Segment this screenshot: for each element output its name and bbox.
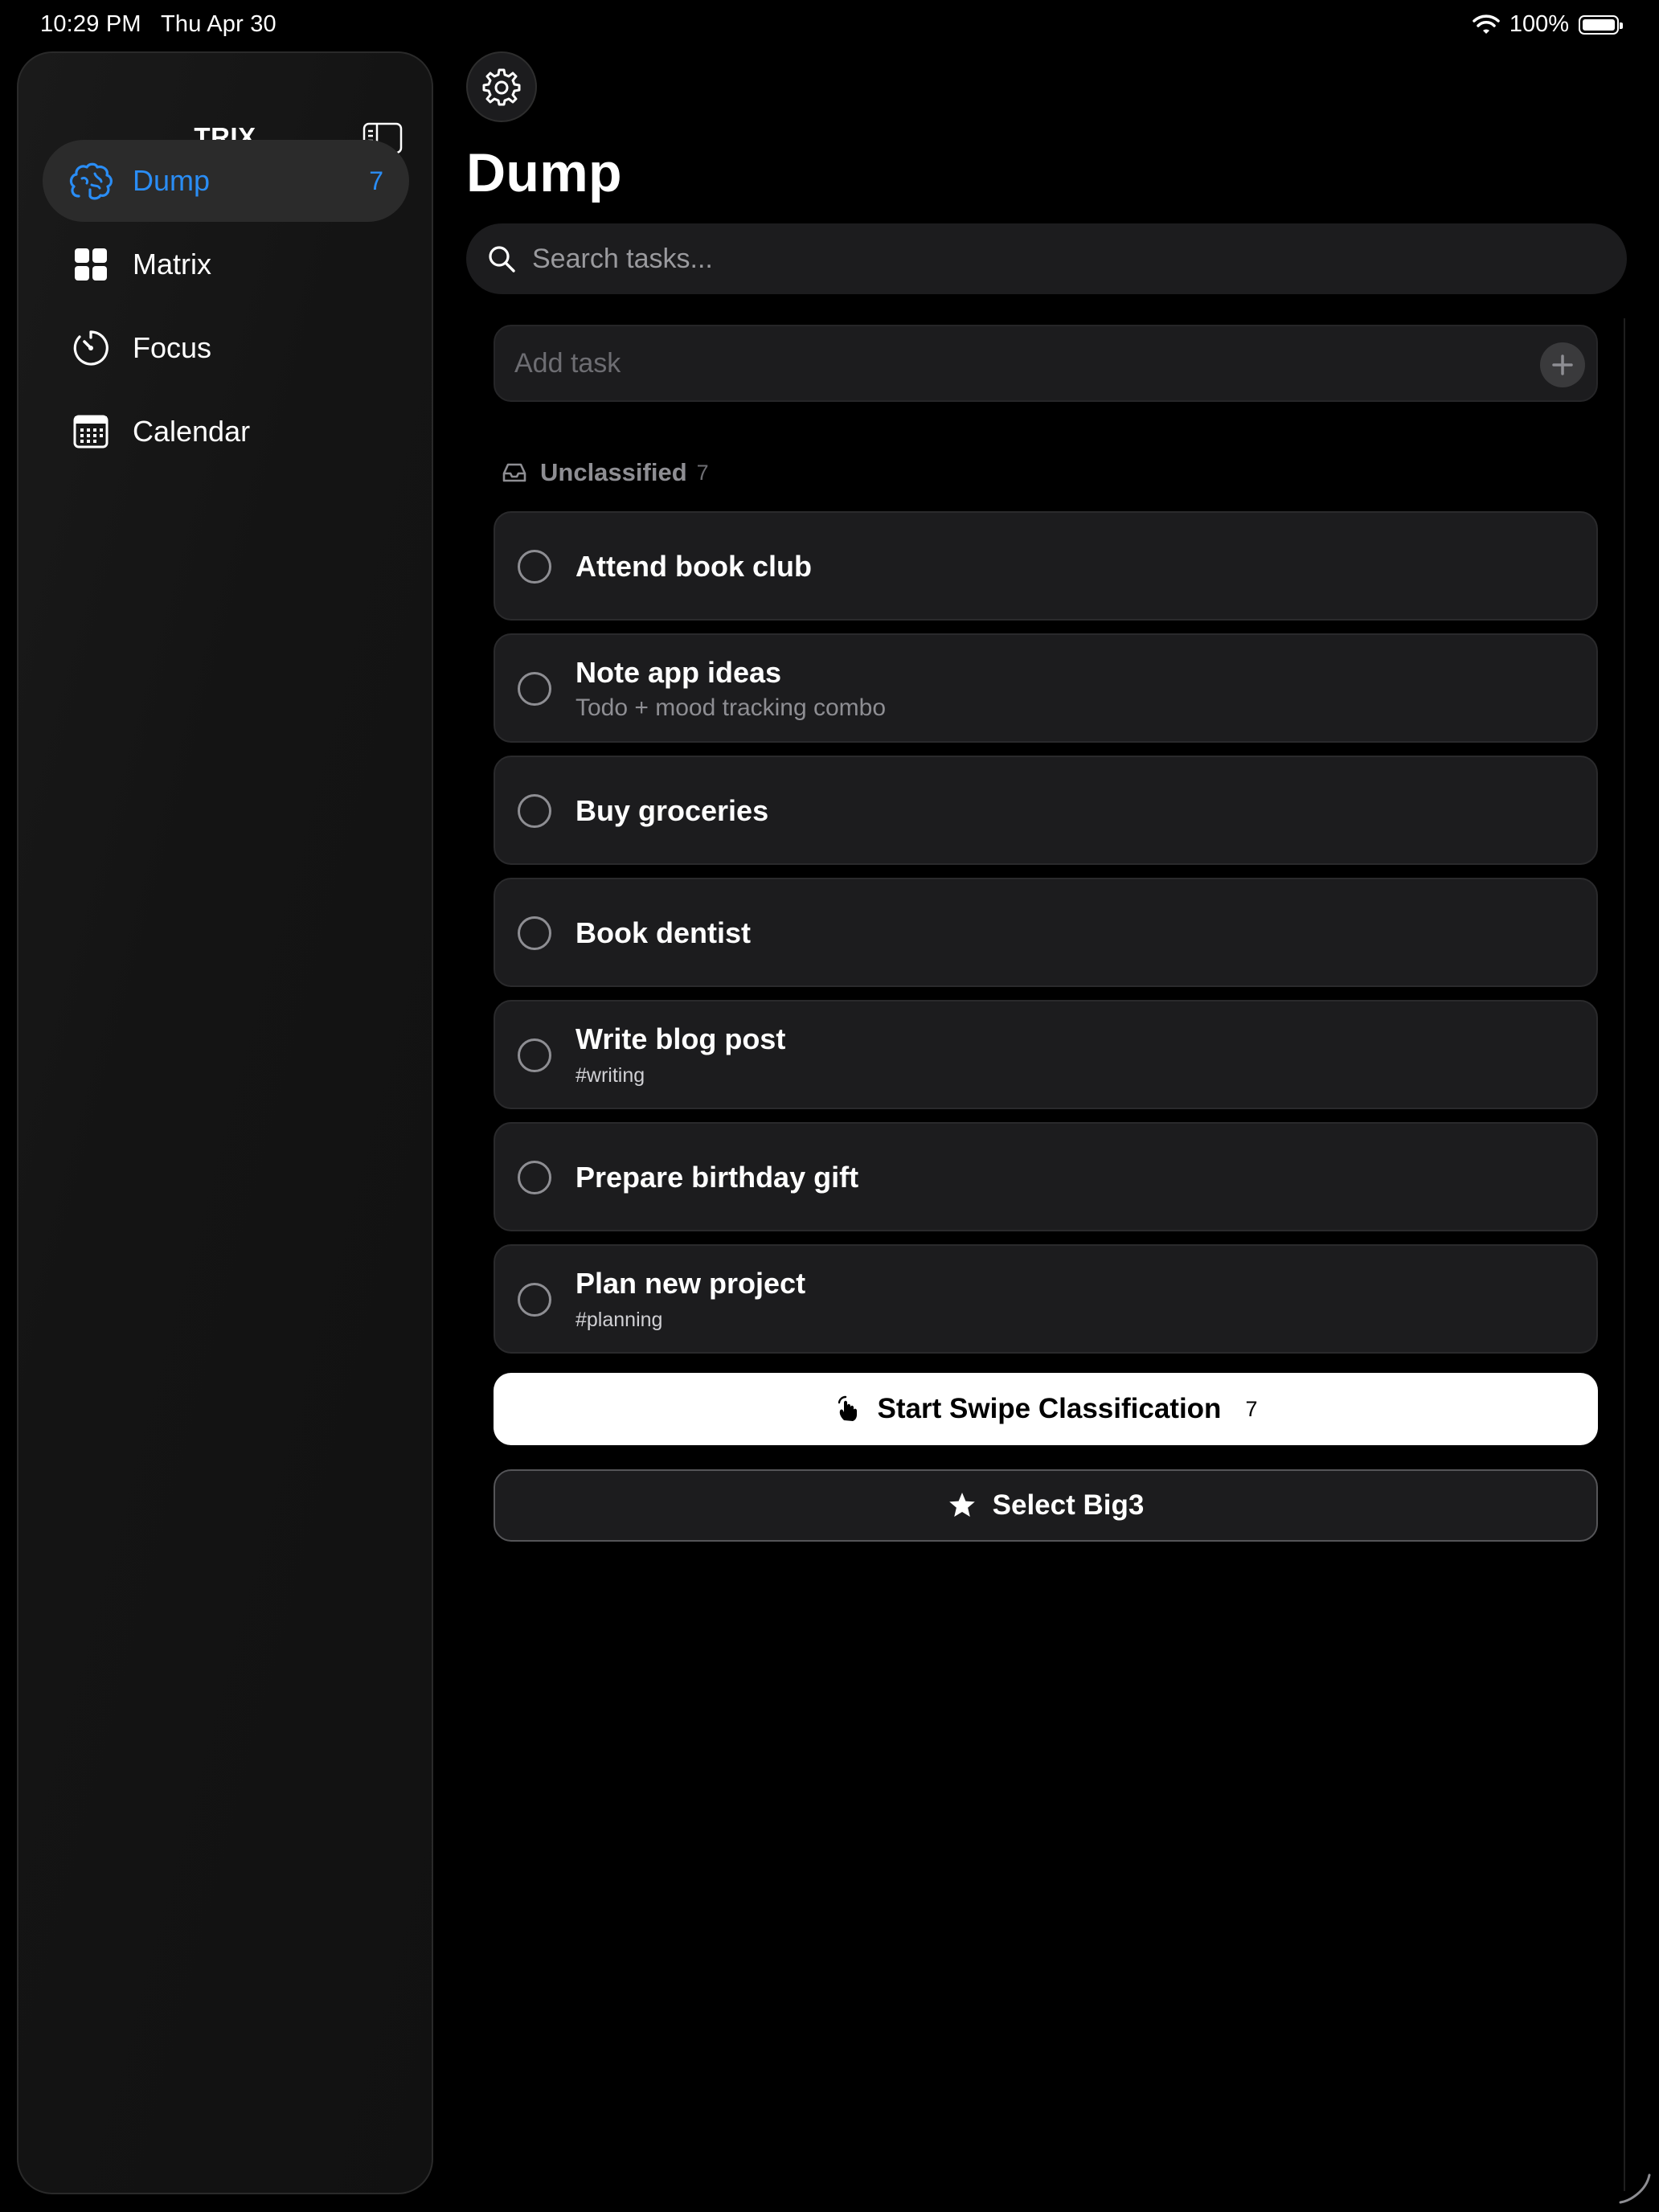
sidebar-item-badge: 7 — [369, 166, 383, 195]
search-input[interactable]: Search tasks... — [466, 223, 1627, 294]
task-subtitle: Todo + mood tracking combo — [576, 694, 887, 721]
scroll-track — [1624, 318, 1625, 2191]
sidebar-item-label: Calendar — [133, 415, 251, 448]
task-row[interactable]: Write blog post #writing — [494, 1000, 1598, 1109]
page-title: Dump — [466, 142, 622, 203]
task-row[interactable]: Note app ideas Todo + mood tracking comb… — [494, 633, 1598, 743]
battery-icon — [1579, 14, 1623, 35]
task-checkbox[interactable] — [518, 672, 551, 706]
start-swipe-classification-button[interactable]: Start Swipe Classification 7 — [494, 1373, 1598, 1445]
tray-icon — [502, 463, 526, 482]
plus-icon — [1552, 354, 1573, 375]
section-count: 7 — [696, 460, 709, 485]
status-bar-time: 10:29 PM Thu Apr 30 — [40, 11, 276, 38]
task-checkbox[interactable] — [518, 1283, 551, 1317]
sidebar-item-label: Focus — [133, 331, 212, 364]
resize-grip-icon — [1619, 2173, 1651, 2204]
swipe-button-count: 7 — [1245, 1396, 1258, 1421]
sidebar: TRIX Dump 7 Matrix Focus Calendar — [17, 51, 433, 2194]
task-tag: #writing — [576, 1064, 645, 1087]
battery-percent: 100% — [1509, 11, 1569, 37]
task-row[interactable]: Buy groceries — [494, 756, 1598, 865]
task-title: Attend book club — [576, 550, 812, 583]
big3-button-label: Select Big3 — [992, 1489, 1145, 1521]
task-title: Plan new project — [576, 1267, 806, 1300]
task-title: Buy groceries — [576, 794, 769, 827]
task-checkbox[interactable] — [518, 916, 551, 950]
status-time: 10:29 PM — [40, 11, 141, 37]
task-checkbox[interactable] — [518, 550, 551, 584]
task-tag: #planning — [576, 1309, 663, 1331]
add-task-input[interactable]: Add task — [494, 325, 1598, 402]
task-row[interactable]: Plan new project #planning — [494, 1244, 1598, 1354]
status-date: Thu Apr 30 — [160, 11, 276, 37]
task-row[interactable]: Prepare birthday gift — [494, 1122, 1598, 1231]
hand-tap-icon — [838, 1395, 857, 1421]
select-big3-button[interactable]: Select Big3 — [494, 1469, 1598, 1542]
sidebar-item-label: Dump — [133, 164, 211, 197]
wifi-icon — [1473, 14, 1500, 34]
task-title: Book dentist — [576, 916, 752, 949]
task-checkbox[interactable] — [518, 1038, 551, 1072]
sidebar-item-focus[interactable]: Focus — [43, 307, 409, 389]
task-title: Write blog post — [576, 1022, 786, 1055]
task-title: Note app ideas — [576, 656, 782, 689]
sidebar-item-label: Matrix — [133, 248, 211, 281]
section-title: Unclassified — [540, 458, 687, 486]
add-task-button[interactable] — [1540, 342, 1585, 387]
search-icon — [489, 246, 515, 272]
star-icon — [948, 1493, 975, 1517]
task-checkbox[interactable] — [518, 1161, 551, 1194]
search-placeholder: Search tasks... — [532, 243, 713, 274]
section-header: Unclassified 7 — [502, 458, 709, 487]
gear-icon — [482, 68, 521, 106]
task-title: Prepare birthday gift — [576, 1161, 859, 1194]
sidebar-item-dump[interactable]: Dump 7 — [43, 140, 409, 222]
settings-button[interactable] — [466, 51, 537, 122]
status-bar-right: 100% — [1473, 11, 1623, 38]
add-task-placeholder: Add task — [514, 347, 621, 379]
grid-icon — [67, 240, 115, 289]
swipe-button-label: Start Swipe Classification — [877, 1393, 1222, 1424]
task-row[interactable]: Attend book club — [494, 511, 1598, 621]
task-row[interactable]: Book dentist — [494, 878, 1598, 987]
timer-icon — [67, 324, 115, 372]
brain-icon — [67, 157, 115, 205]
sidebar-item-matrix[interactable]: Matrix — [43, 223, 409, 305]
calendar-icon — [67, 408, 115, 456]
sidebar-item-calendar[interactable]: Calendar — [43, 391, 409, 473]
task-checkbox[interactable] — [518, 794, 551, 828]
